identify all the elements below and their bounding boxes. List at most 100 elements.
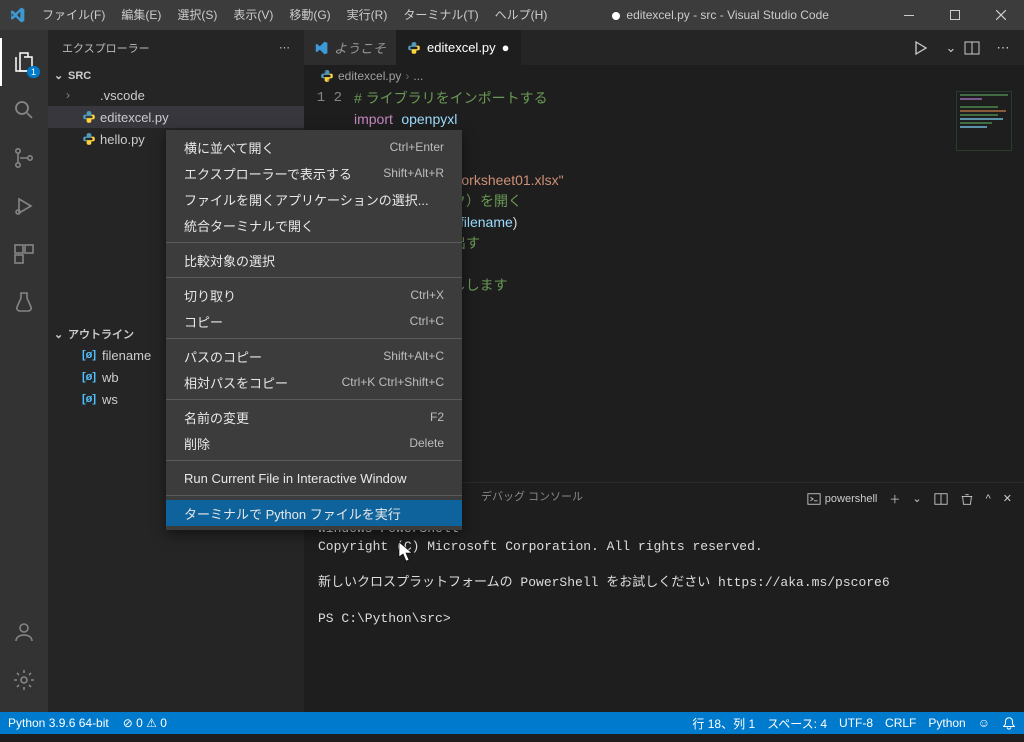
context-menu-item[interactable]: 比較対象の選択	[166, 247, 462, 273]
maximize-button[interactable]	[932, 0, 978, 30]
python-file-icon	[407, 41, 421, 55]
menu-shortcut: Ctrl+Enter	[390, 140, 444, 154]
testing-icon[interactable]	[0, 278, 48, 326]
titlebar: ファイル(F)編集(E)選択(S)表示(V)移動(G)実行(R)ターミナル(T)…	[0, 0, 1024, 30]
menu-label: ファイルを開くアプリケーションの選択...	[184, 190, 429, 209]
source-control-icon[interactable]	[0, 134, 48, 182]
window-title: editexcel.py - src - Visual Studio Code	[555, 8, 886, 22]
project-header[interactable]: ⌄ SRC	[48, 67, 304, 84]
problems-status[interactable]: ⊘ 0 ⚠ 0	[123, 716, 167, 730]
symbol-icon: [ø]	[82, 393, 96, 405]
menu-item[interactable]: 移動(G)	[281, 0, 338, 30]
terminal-more-icon[interactable]: ⌄	[912, 492, 921, 505]
folder-item[interactable]: ›.vscode	[48, 84, 304, 106]
menu-item[interactable]: 編集(E)	[113, 0, 169, 30]
tab-label: ようこそ	[334, 38, 386, 57]
context-menu-item[interactable]: 削除Delete	[166, 430, 462, 456]
account-icon[interactable]	[0, 608, 48, 656]
split-terminal-icon[interactable]	[934, 492, 948, 506]
menu-shortcut: Shift+Alt+C	[383, 349, 444, 363]
notification-icon[interactable]	[1002, 716, 1016, 730]
context-menu-item[interactable]: エクスプローラーで表示する Shift+Alt+R	[166, 160, 462, 186]
menu-label: Run Current File in Interactive Window	[184, 471, 407, 486]
terminal-output[interactable]: Windows PowerShell Copyright (C) Microso…	[304, 514, 1024, 712]
panel-tab[interactable]: デバッグ コンソール	[481, 488, 583, 509]
kill-terminal-icon[interactable]	[960, 492, 974, 506]
menu-label: パスのコピー	[184, 347, 262, 366]
menu-label: 名前の変更	[184, 408, 249, 427]
menu-item[interactable]: ファイル(F)	[34, 0, 113, 30]
context-menu-item[interactable]: ファイルを開くアプリケーションの選択...	[166, 186, 462, 212]
eol-status[interactable]: CRLF	[885, 716, 916, 730]
context-menu-item[interactable]: ターミナルで Python ファイルを実行	[166, 500, 462, 526]
symbol-icon: [ø]	[82, 371, 96, 383]
context-menu: 横に並べて開く Ctrl+Enter エクスプローラーで表示する Shift+Alt+…	[166, 130, 462, 530]
menu-shortcut: F2	[430, 410, 444, 424]
close-panel-icon[interactable]: ✕	[1003, 492, 1012, 505]
breadcrumb[interactable]: editexcel.py›...	[304, 65, 1024, 87]
terminal-shell-dropdown[interactable]: powershell	[807, 492, 878, 506]
context-menu-item[interactable]: コピーCtrl+C	[166, 308, 462, 334]
feedback-icon[interactable]: ☺	[978, 716, 990, 730]
editor-tab[interactable]: editexcel.py●	[397, 30, 521, 65]
menu-label: 切り取り	[184, 286, 236, 305]
context-menu-item[interactable]: パスのコピー Shift+Alt+C	[166, 343, 462, 369]
python-interpreter[interactable]: Python 3.9.6 64-bit	[8, 716, 109, 730]
symbol-label: wb	[102, 370, 119, 385]
menu-label: 相対パスをコピー	[184, 373, 288, 392]
context-menu-item[interactable]: 切り取り Ctrl+X	[166, 282, 462, 308]
menu-shortcut: Delete	[409, 436, 444, 450]
menu-item[interactable]: ターミナル(T)	[395, 0, 486, 30]
editor-tab[interactable]: ようこそ	[304, 30, 397, 65]
run-debug-icon[interactable]	[0, 182, 48, 230]
run-file-icon[interactable]	[912, 40, 938, 56]
python-file-icon	[82, 110, 100, 124]
symbol-label: filename	[102, 348, 151, 363]
menu-label: ターミナルで Python ファイルを実行	[184, 504, 401, 523]
menu-label: エクスプローラーで表示する	[184, 164, 352, 183]
menu-label: コピー	[184, 312, 223, 331]
chevron-down-icon: ⌄	[54, 328, 68, 341]
symbol-icon: [ø]	[82, 349, 96, 361]
settings-icon[interactable]	[0, 656, 48, 704]
maximize-panel-icon[interactable]: ^	[986, 493, 991, 505]
editor-more-icon[interactable]: ⋯	[990, 40, 1016, 56]
new-terminal-icon[interactable]: ＋	[889, 491, 900, 507]
menu-label: 比較対象の選択	[184, 251, 275, 270]
close-button[interactable]	[978, 0, 1024, 30]
menu-label: 横に並べて開く	[184, 138, 274, 157]
explorer-icon[interactable]: 1	[0, 38, 48, 86]
explorer-badge: 1	[27, 66, 40, 78]
app-logo	[0, 7, 34, 23]
search-icon[interactable]	[0, 86, 48, 134]
file-item[interactable]: editexcel.py	[48, 106, 304, 128]
indent-status[interactable]: スペース: 4	[767, 715, 827, 732]
split-editor-icon[interactable]	[964, 40, 990, 56]
context-menu-item[interactable]: Run Current File in Interactive Window	[166, 465, 462, 491]
menu-item[interactable]: ヘルプ(H)	[487, 0, 556, 30]
extensions-icon[interactable]	[0, 230, 48, 278]
file-label: editexcel.py	[100, 110, 169, 125]
menu-shortcut: Ctrl+X	[410, 288, 444, 302]
activitybar: 1	[0, 30, 48, 712]
sidebar-more-icon[interactable]: ⋯	[279, 41, 290, 54]
context-menu-item[interactable]: 相対パスをコピーCtrl+K Ctrl+Shift+C	[166, 369, 462, 395]
menu-item[interactable]: 表示(V)	[225, 0, 281, 30]
language-status[interactable]: Python	[928, 716, 965, 730]
context-menu-item[interactable]: 名前の変更 F2	[166, 404, 462, 430]
cursor-position[interactable]: 行 18、列 1	[692, 715, 755, 732]
context-menu-item[interactable]: 統合ターミナルで開く	[166, 212, 462, 238]
file-label: .vscode	[100, 88, 145, 103]
menu-item[interactable]: 実行(R)	[339, 0, 396, 30]
dirty-indicator-icon: ●	[502, 40, 510, 55]
file-icon	[320, 69, 334, 83]
context-menu-item[interactable]: 横に並べて開く Ctrl+Enter	[166, 134, 462, 160]
symbol-label: ws	[102, 392, 118, 407]
encoding-status[interactable]: UTF-8	[839, 716, 873, 730]
minimize-button[interactable]	[886, 0, 932, 30]
run-more-icon[interactable]: ⌄	[938, 40, 964, 56]
minimap[interactable]	[956, 91, 1012, 151]
menu-item[interactable]: 選択(S)	[169, 0, 225, 30]
menu-shortcut: Shift+Alt+R	[383, 166, 444, 180]
file-label: hello.py	[100, 132, 145, 147]
